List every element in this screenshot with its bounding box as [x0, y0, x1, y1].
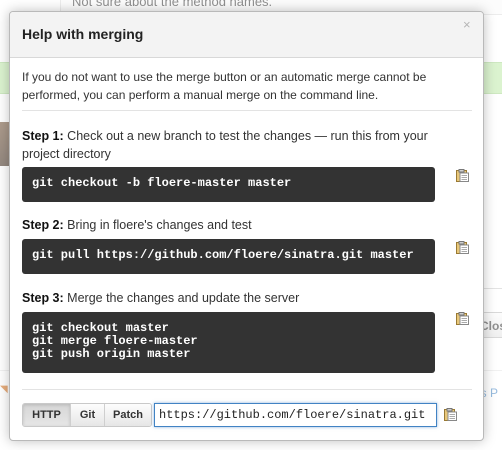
step-1-description: Step 1: Check out a new branch to test t…	[22, 127, 462, 163]
merge-help-dialog: Help with merging × If you do not want t…	[9, 11, 484, 441]
clipboard-icon[interactable]	[444, 408, 457, 421]
step-3-text: Merge the changes and update the server	[63, 291, 300, 305]
page: Not sure about the method names. Close ◥…	[0, 0, 502, 450]
protocol-git-button[interactable]: Git	[71, 404, 105, 426]
clone-divider	[22, 389, 472, 390]
step-2-description: Step 2: Bring in floere's changes and te…	[22, 216, 462, 234]
clone-url-bar: HTTP Git Patch	[22, 403, 472, 427]
protocol-http-button[interactable]: HTTP	[23, 404, 71, 426]
clipboard-icon[interactable]	[456, 169, 469, 182]
clone-url-input[interactable]	[154, 403, 437, 427]
intro-divider	[22, 110, 472, 111]
dialog-header: Help with merging ×	[10, 12, 483, 58]
close-icon[interactable]: ×	[463, 18, 471, 32]
step-2-text: Bring in floere's changes and test	[63, 218, 252, 232]
step-1-code[interactable]: git checkout -b floere-master master	[22, 167, 435, 202]
protocol-patch-button[interactable]: Patch	[105, 404, 151, 426]
step-1-label: Step 1:	[22, 129, 64, 143]
step-3-description: Step 3: Merge the changes and update the…	[22, 289, 462, 307]
step-3-code[interactable]: git checkout master git merge floere-mas…	[22, 312, 435, 373]
step-1-text: Check out a new branch to test the chang…	[22, 129, 428, 161]
clipboard-icon[interactable]	[456, 312, 469, 325]
protocol-selector: HTTP Git Patch	[22, 403, 152, 427]
dialog-title: Help with merging	[22, 26, 144, 42]
step-2-code[interactable]: git pull https://github.com/floere/sinat…	[22, 239, 435, 274]
step-2-label: Step 2:	[22, 218, 64, 232]
clipboard-icon[interactable]	[456, 241, 469, 254]
intro-text: If you do not want to use the merge butt…	[22, 70, 427, 102]
step-3-label: Step 3:	[22, 291, 64, 305]
